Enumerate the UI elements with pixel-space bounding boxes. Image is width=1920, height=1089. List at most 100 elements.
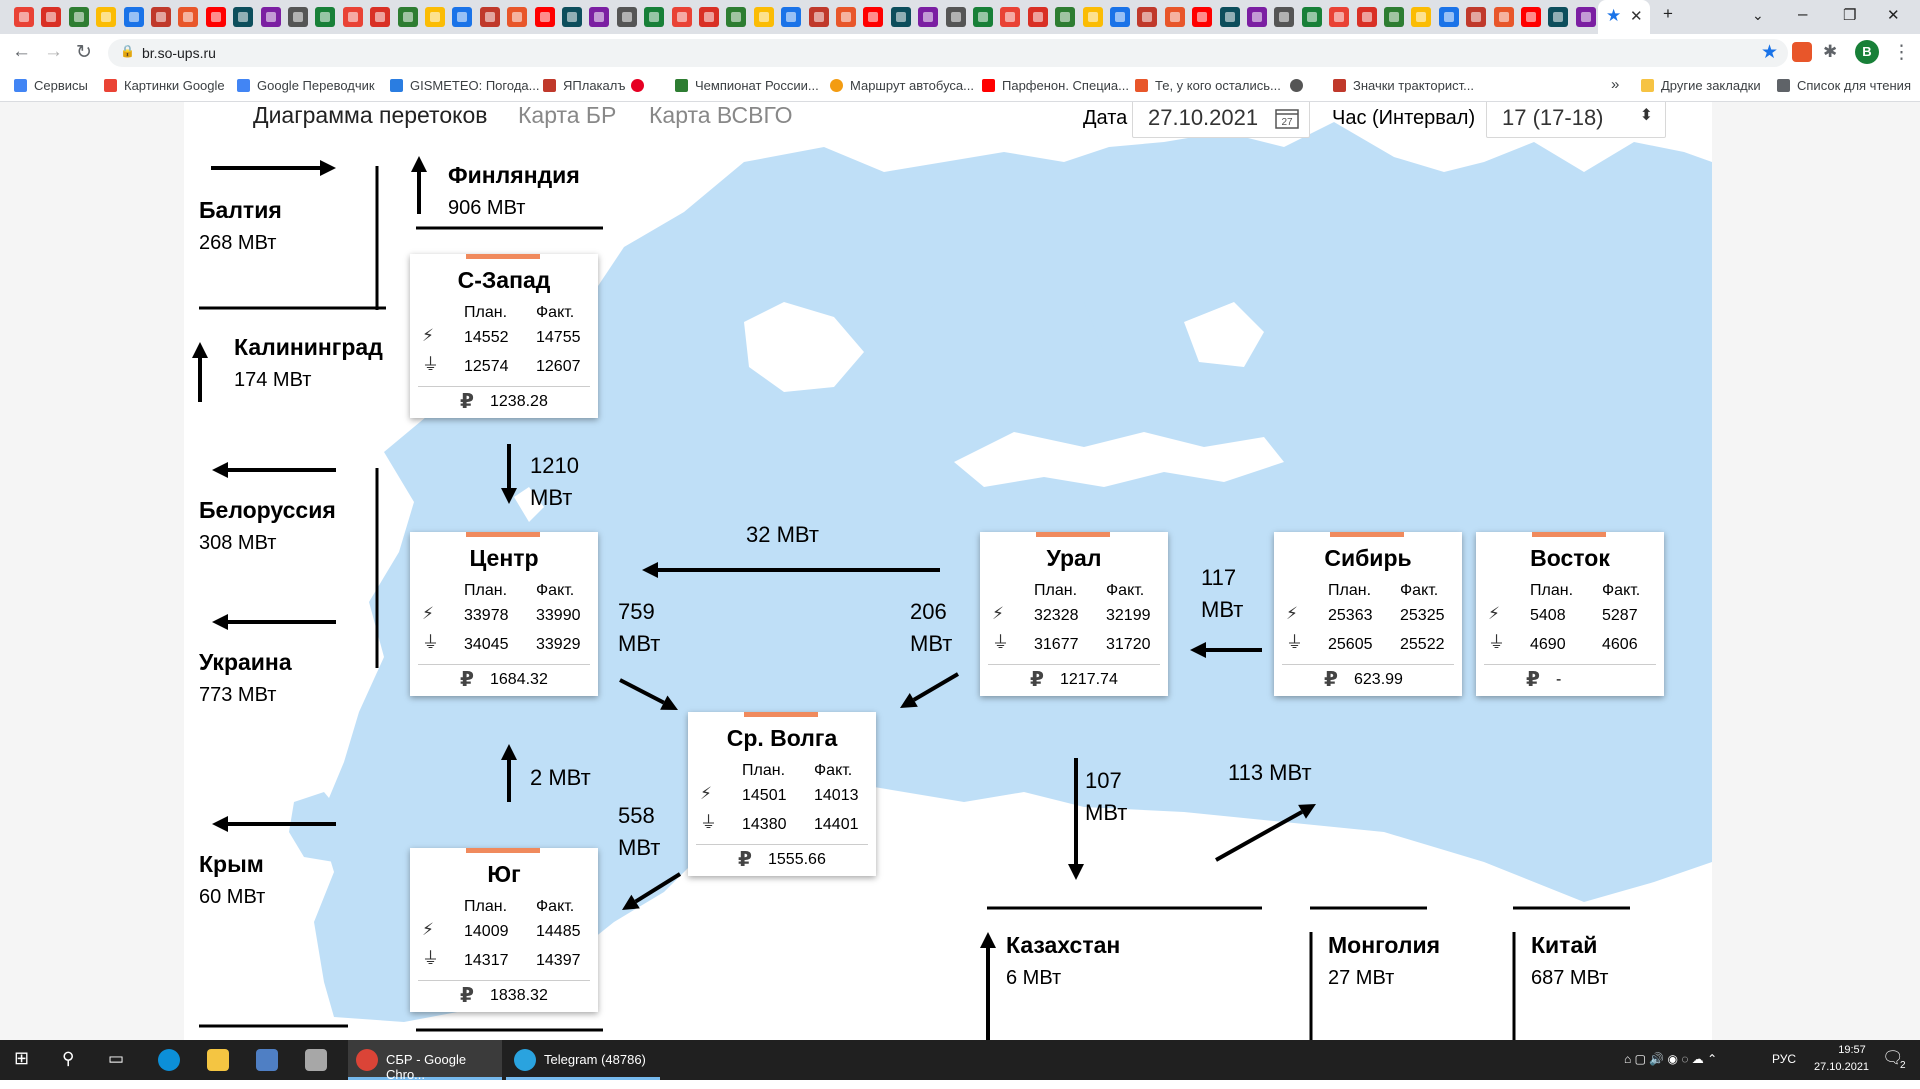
tab-favicon[interactable] — [205, 7, 226, 27]
tab-favicon[interactable] — [1301, 7, 1322, 27]
search-icon[interactable]: ⚲ — [62, 1049, 74, 1089]
close-tab-icon[interactable]: ✕ — [1630, 7, 1643, 25]
tab-favicon[interactable] — [644, 7, 665, 27]
tab-favicon[interactable] — [1493, 7, 1514, 27]
tab-favicon[interactable] — [41, 7, 62, 27]
tab-favicon[interactable] — [1466, 7, 1487, 27]
tab-favicon[interactable] — [945, 7, 966, 27]
clock-time[interactable]: 19:57 — [1822, 1044, 1882, 1056]
bookmark-item[interactable] — [1290, 78, 1310, 93]
tab-favicon[interactable] — [1192, 7, 1213, 27]
tab-favicon[interactable] — [781, 7, 802, 27]
tab-favicon[interactable] — [96, 7, 117, 27]
tray-icons[interactable]: ⌂ ▢ 🔊 ◉ ◌ ☁ ⌃ — [1624, 1052, 1717, 1066]
hour-select[interactable]: 17 (17-18) ⬍ — [1486, 102, 1666, 138]
tab-favicon[interactable] — [1164, 7, 1185, 27]
tab-favicon[interactable] — [1521, 7, 1541, 27]
menu-icon[interactable]: ⋮ — [1892, 41, 1911, 64]
tab-favicon[interactable] — [507, 7, 528, 27]
tab-favicon[interactable] — [397, 7, 418, 27]
tab-favicon[interactable] — [836, 7, 856, 27]
tab-search-icon[interactable]: ⌄ — [1752, 7, 1764, 24]
tab-favicon[interactable] — [1000, 7, 1021, 27]
tab-favicon[interactable] — [1082, 7, 1103, 27]
tab-favicon[interactable] — [753, 7, 774, 27]
bookmark-star-icon[interactable]: ★ — [1761, 41, 1778, 64]
tab-favicon[interactable] — [1384, 7, 1404, 27]
start-icon[interactable]: ⊞ — [14, 1048, 29, 1088]
bookmark-item[interactable]: GISMETEO: Погода... — [390, 78, 539, 93]
language-indicator[interactable]: РУС — [1772, 1052, 1796, 1066]
tab-favicon[interactable] — [973, 7, 993, 27]
taskbar-chrome[interactable]: СБР - Google Chro... — [348, 1040, 502, 1082]
address-bar[interactable]: 🔒 br.so-ups.ru ★ — [108, 39, 1788, 67]
tab-favicon[interactable] — [1329, 7, 1350, 27]
maximize-icon[interactable]: ❐ — [1843, 6, 1856, 24]
store-icon[interactable] — [256, 1049, 278, 1071]
avatar[interactable]: В — [1855, 40, 1879, 64]
tab-favicon[interactable] — [178, 7, 199, 27]
reload-icon[interactable]: ↻ — [76, 41, 92, 64]
extension-icon[interactable] — [1792, 42, 1812, 62]
tab-favicon[interactable] — [808, 7, 829, 27]
explorer-icon[interactable] — [207, 1049, 229, 1071]
tab-favicon[interactable] — [68, 7, 89, 27]
tab-favicon[interactable] — [1247, 7, 1267, 27]
tab-favicon[interactable] — [699, 7, 719, 27]
clock-date[interactable]: 27.10.2021 — [1814, 1061, 1869, 1073]
bookmark-item[interactable]: Картинки Google — [104, 78, 225, 93]
puzzle-icon[interactable]: ✱ — [1823, 42, 1837, 62]
bookmark-item[interactable]: Маршрут автобуса... — [830, 78, 974, 93]
tab-favicon[interactable] — [671, 7, 692, 27]
tab-favicon[interactable] — [1027, 7, 1048, 27]
taskbar-telegram[interactable]: Telegram (48786) — [506, 1040, 660, 1080]
close-window-icon[interactable]: ✕ — [1887, 6, 1900, 24]
tab-vsvgo-map[interactable]: Карта ВСВГО — [649, 102, 793, 129]
tab-favicon[interactable] — [1137, 7, 1158, 27]
tab-favicon[interactable] — [1411, 7, 1432, 27]
tab-favicon[interactable] — [151, 7, 171, 27]
task-view-icon[interactable]: ▭ — [108, 1049, 124, 1089]
tab-favicon[interactable] — [1575, 7, 1596, 27]
forward-icon[interactable]: → — [44, 41, 63, 63]
tab-favicon[interactable] — [452, 7, 473, 27]
back-icon[interactable]: ← — [12, 41, 31, 63]
bookmark-item[interactable]: Чемпионат России... — [675, 78, 819, 93]
tab-favicon[interactable] — [1219, 7, 1240, 27]
tab-favicon[interactable] — [315, 7, 336, 27]
tab-favicon[interactable] — [890, 7, 911, 27]
tab-favicon[interactable] — [479, 7, 500, 27]
app-icon[interactable] — [305, 1049, 327, 1071]
tab-favicon[interactable] — [1548, 7, 1569, 27]
other-bookmarks[interactable]: Другие закладки — [1641, 78, 1761, 93]
tab-favicon[interactable] — [370, 7, 391, 27]
tab-favicon[interactable] — [342, 7, 363, 27]
edge-icon[interactable] — [158, 1049, 180, 1071]
calendar-icon[interactable]: 27 — [1275, 107, 1299, 129]
reading-list[interactable]: Список для чтения — [1777, 78, 1911, 93]
more-bookmarks-icon[interactable]: » — [1611, 76, 1619, 93]
tab-favicon[interactable] — [260, 7, 281, 27]
tab-favicon[interactable] — [425, 7, 445, 27]
bookmark-item[interactable]: Парфенон. Специа... — [982, 78, 1129, 93]
tab-favicon[interactable] — [233, 7, 254, 27]
bookmark-item[interactable] — [631, 78, 651, 93]
tab-favicon[interactable] — [123, 7, 144, 27]
tab-favicon[interactable] — [863, 7, 884, 27]
bookmark-item[interactable]: Те, у кого остались... — [1135, 78, 1281, 93]
tab-favicon[interactable] — [534, 7, 555, 27]
tab-favicon[interactable] — [918, 7, 939, 27]
tab-favicon[interactable] — [14, 7, 34, 27]
tab-br-map[interactable]: Карта БР — [518, 102, 616, 129]
tab-favicon[interactable] — [726, 7, 747, 27]
tab-favicon[interactable] — [288, 7, 308, 27]
date-input[interactable]: 27.10.2021 27 — [1132, 102, 1310, 138]
tab-favicon[interactable] — [1438, 7, 1459, 27]
tab-favicon[interactable] — [589, 7, 610, 27]
tab-favicon[interactable] — [1356, 7, 1377, 27]
new-tab-button[interactable]: + — [1663, 4, 1673, 24]
tab-favicon[interactable] — [1055, 7, 1076, 27]
tab-favicon[interactable] — [562, 7, 582, 27]
tab-favicon[interactable] — [616, 7, 637, 27]
bookmark-item[interactable]: Google Переводчик — [237, 78, 375, 93]
